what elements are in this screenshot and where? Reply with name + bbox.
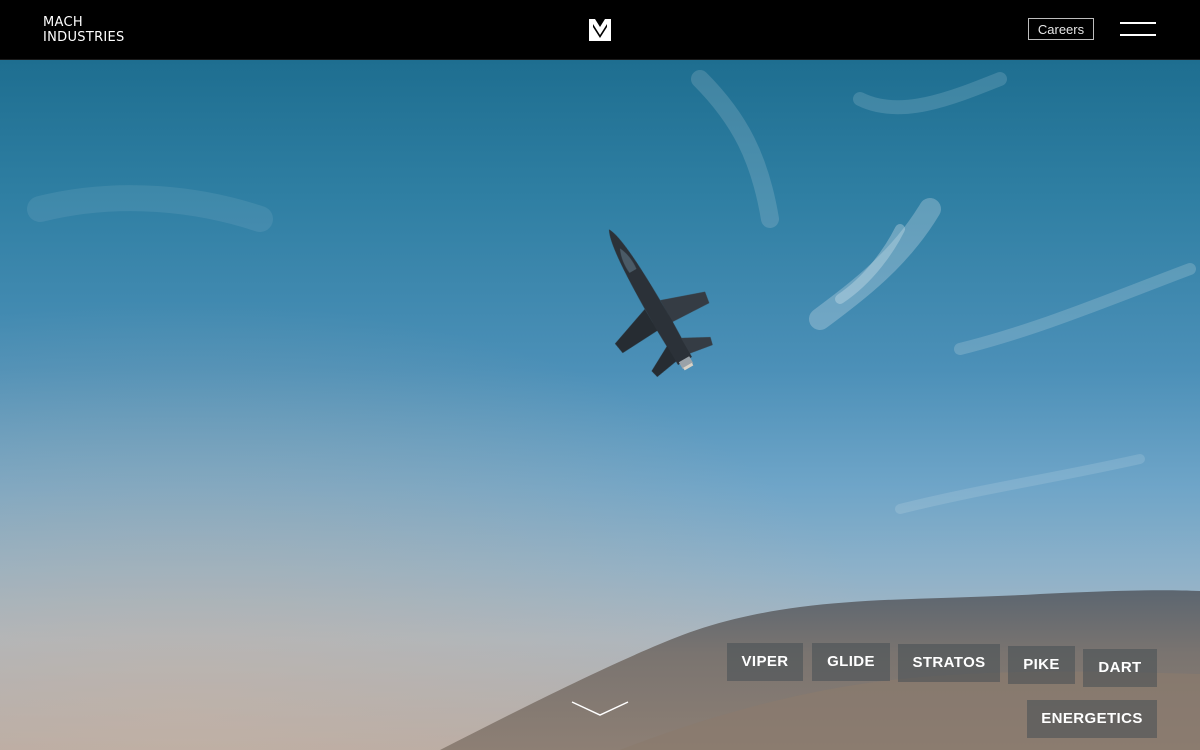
mach-m-logo-icon[interactable]: [588, 18, 612, 42]
mach-industries-logo[interactable]: MACH INDUSTRIES: [43, 15, 125, 45]
hero-section: VIPER GLIDE STRATOS PIKE DART ENERGETICS: [0, 59, 1200, 750]
product-button-viper[interactable]: VIPER: [727, 643, 803, 681]
menu-line: [1120, 22, 1156, 24]
hamburger-menu-icon[interactable]: [1120, 20, 1156, 38]
product-button-energetics[interactable]: ENERGETICS: [1027, 700, 1157, 738]
product-button-stratos[interactable]: STRATOS: [898, 644, 1000, 682]
page: MACH INDUSTRIES Careers VIPER GLIDE STRA…: [0, 0, 1200, 750]
product-button-pike[interactable]: PIKE: [1008, 646, 1075, 684]
product-button-dart[interactable]: DART: [1083, 649, 1157, 687]
top-navigation-bar: MACH INDUSTRIES Careers: [0, 0, 1200, 60]
logo-line-1: MACH: [43, 15, 83, 30]
logo-line-2: INDUSTRIES: [43, 30, 125, 45]
menu-line: [1120, 34, 1156, 36]
chevron-down-icon[interactable]: [570, 700, 630, 718]
careers-button[interactable]: Careers: [1028, 18, 1094, 40]
product-button-glide[interactable]: GLIDE: [812, 643, 890, 681]
